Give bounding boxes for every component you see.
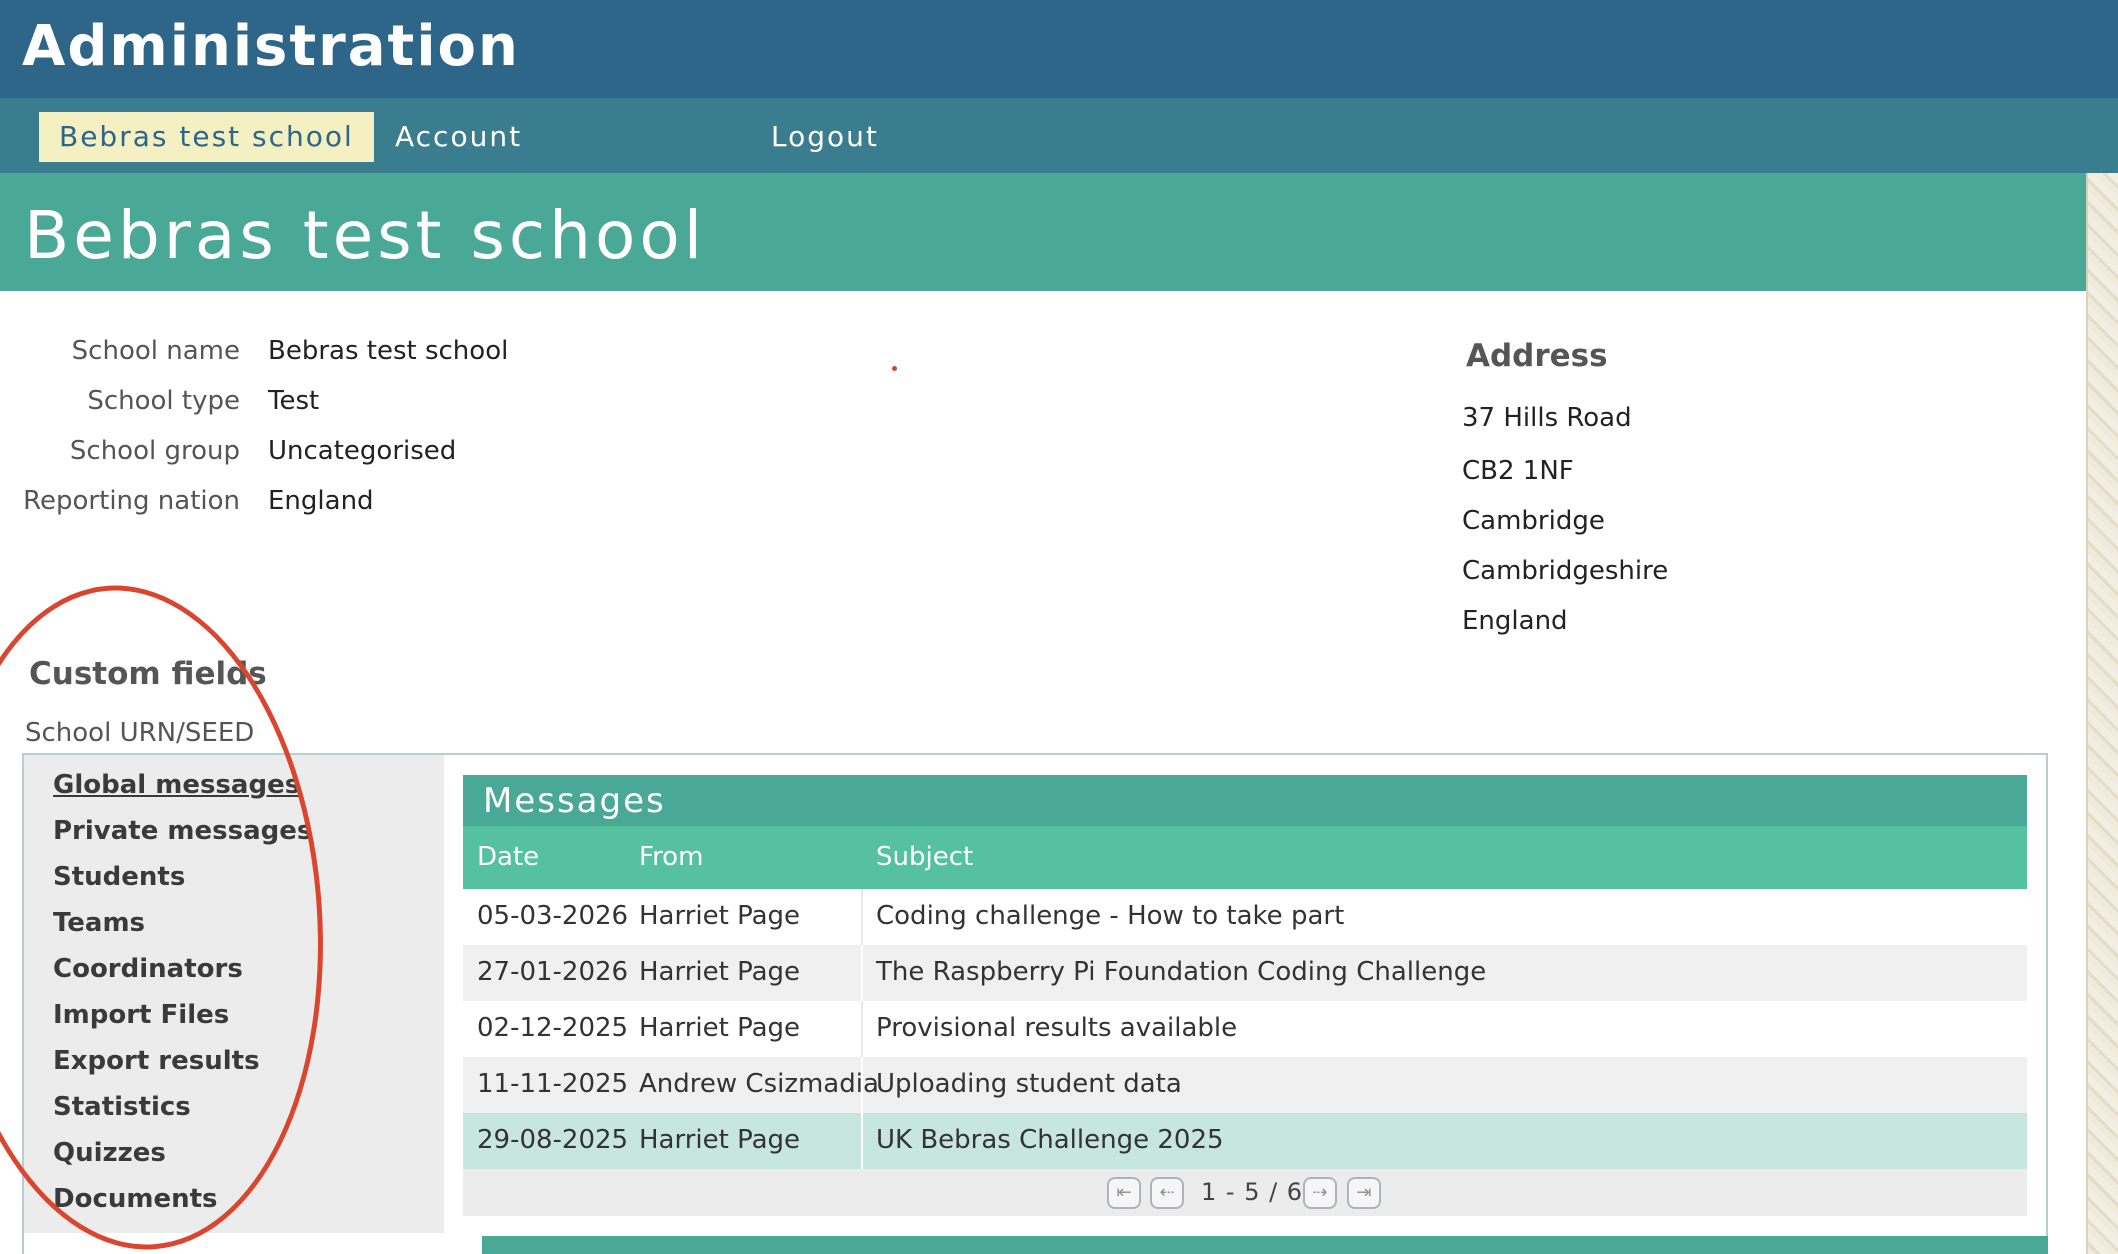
school-name-value: Bebras test school: [268, 336, 509, 366]
address-line: CB2 1NF: [1462, 456, 1574, 486]
message-from: Harriet Page: [639, 1013, 801, 1043]
messages-panel: Messages Date From Subject 05-03-2026 Ha…: [463, 775, 2027, 1216]
school-type-value: Test: [268, 386, 320, 416]
column-divider: [861, 1057, 863, 1113]
next-page-icon[interactable]: ⇢: [1303, 1177, 1337, 1209]
page-title: Bebras test school: [24, 197, 707, 274]
sidebar-item-students[interactable]: Students: [53, 862, 185, 892]
sidebar-item-private-messages[interactable]: Private messages: [53, 816, 312, 846]
nav-school[interactable]: Bebras test school: [39, 112, 374, 162]
column-header-subject[interactable]: Subject: [876, 842, 973, 872]
sidebar-item-documents[interactable]: Documents: [53, 1184, 218, 1214]
table-row[interactable]: 29-08-2025 Harriet Page UK Bebras Challe…: [463, 1113, 2027, 1169]
message-date: 11-11-2025: [477, 1069, 629, 1099]
message-date: 05-03-2026: [477, 901, 629, 931]
prev-page-icon[interactable]: ⇠: [1150, 1177, 1184, 1209]
last-page-icon[interactable]: ⇥: [1347, 1177, 1381, 1209]
school-header: Bebras test school: [0, 173, 2086, 291]
messages-title: Messages: [463, 775, 2027, 826]
message-from: Harriet Page: [639, 1125, 801, 1155]
address-line: Cambridgeshire: [1462, 556, 1669, 586]
message-from: Harriet Page: [639, 901, 801, 931]
message-subject: Provisional results available: [876, 1013, 1238, 1043]
sidebar-item-export-results[interactable]: Export results: [53, 1046, 260, 1076]
message-from: Andrew Csizmadia: [639, 1069, 879, 1099]
message-from: Harriet Page: [639, 957, 801, 987]
school-group-value: Uncategorised: [268, 436, 457, 466]
pager: ⇤ ⇠ 1 - 5 / 6 ⇢ ⇥: [463, 1169, 2027, 1216]
column-divider: [861, 945, 863, 1001]
table-row[interactable]: 05-03-2026 Harriet Page Coding challenge…: [463, 889, 2027, 945]
sidebar-item-coordinators[interactable]: Coordinators: [53, 954, 243, 984]
message-subject: Uploading student data: [876, 1069, 1182, 1099]
school-type-label: School type: [87, 386, 240, 416]
address-line: 37 Hills Road: [1462, 403, 1632, 433]
column-header-date[interactable]: Date: [477, 842, 539, 872]
sidebar-item-statistics[interactable]: Statistics: [53, 1092, 191, 1122]
custom-fields-title: Custom fields: [29, 656, 267, 692]
sidebar-item-teams[interactable]: Teams: [53, 908, 145, 938]
address-title: Address: [1466, 338, 1608, 374]
column-divider: [861, 1001, 863, 1057]
table-row[interactable]: 11-11-2025 Andrew Csizmadia Uploading st…: [463, 1057, 2027, 1113]
app-title: Administration: [22, 14, 520, 79]
message-subject: UK Bebras Challenge 2025: [876, 1125, 1224, 1155]
nav-logout[interactable]: Logout: [771, 112, 879, 162]
message-subject: Coding challenge - How to take part: [876, 901, 1345, 931]
school-name-label: School name: [71, 336, 240, 366]
sidebar-item-quizzes[interactable]: Quizzes: [53, 1138, 166, 1168]
annotation-dot: [892, 366, 897, 371]
school-group-label: School group: [69, 436, 240, 466]
table-header: Date From Subject: [463, 826, 2027, 889]
admin-header: Administration: [0, 0, 2118, 98]
message-date: 29-08-2025: [477, 1125, 629, 1155]
first-page-icon[interactable]: ⇤: [1107, 1177, 1141, 1209]
address-line: England: [1462, 606, 1568, 636]
reporting-nation-value: England: [268, 486, 374, 516]
next-panel-header: [482, 1236, 2048, 1254]
table-row[interactable]: 27-01-2026 Harriet Page The Raspberry Pi…: [463, 945, 2027, 1001]
background-texture: [2086, 173, 2118, 1254]
address-line: Cambridge: [1462, 506, 1605, 536]
column-divider: [861, 889, 863, 945]
column-header-from[interactable]: From: [639, 842, 703, 872]
sidebar-item-import-files[interactable]: Import Files: [53, 1000, 229, 1030]
message-date: 02-12-2025: [477, 1013, 629, 1043]
pager-status: 1 - 5 / 6: [1201, 1178, 1304, 1206]
message-subject: The Raspberry Pi Foundation Coding Chall…: [876, 957, 1487, 987]
table-row[interactable]: 02-12-2025 Harriet Page Provisional resu…: [463, 1001, 2027, 1057]
column-divider: [861, 1113, 863, 1169]
main-nav: Bebras test school Account Logout: [0, 98, 2118, 173]
custom-field-urn: School URN/SEED: [25, 718, 255, 748]
message-date: 27-01-2026: [477, 957, 629, 987]
nav-account[interactable]: Account: [395, 112, 522, 162]
reporting-nation-label: Reporting nation: [23, 486, 240, 516]
sidebar-item-global-messages[interactable]: Global messages: [53, 770, 300, 800]
